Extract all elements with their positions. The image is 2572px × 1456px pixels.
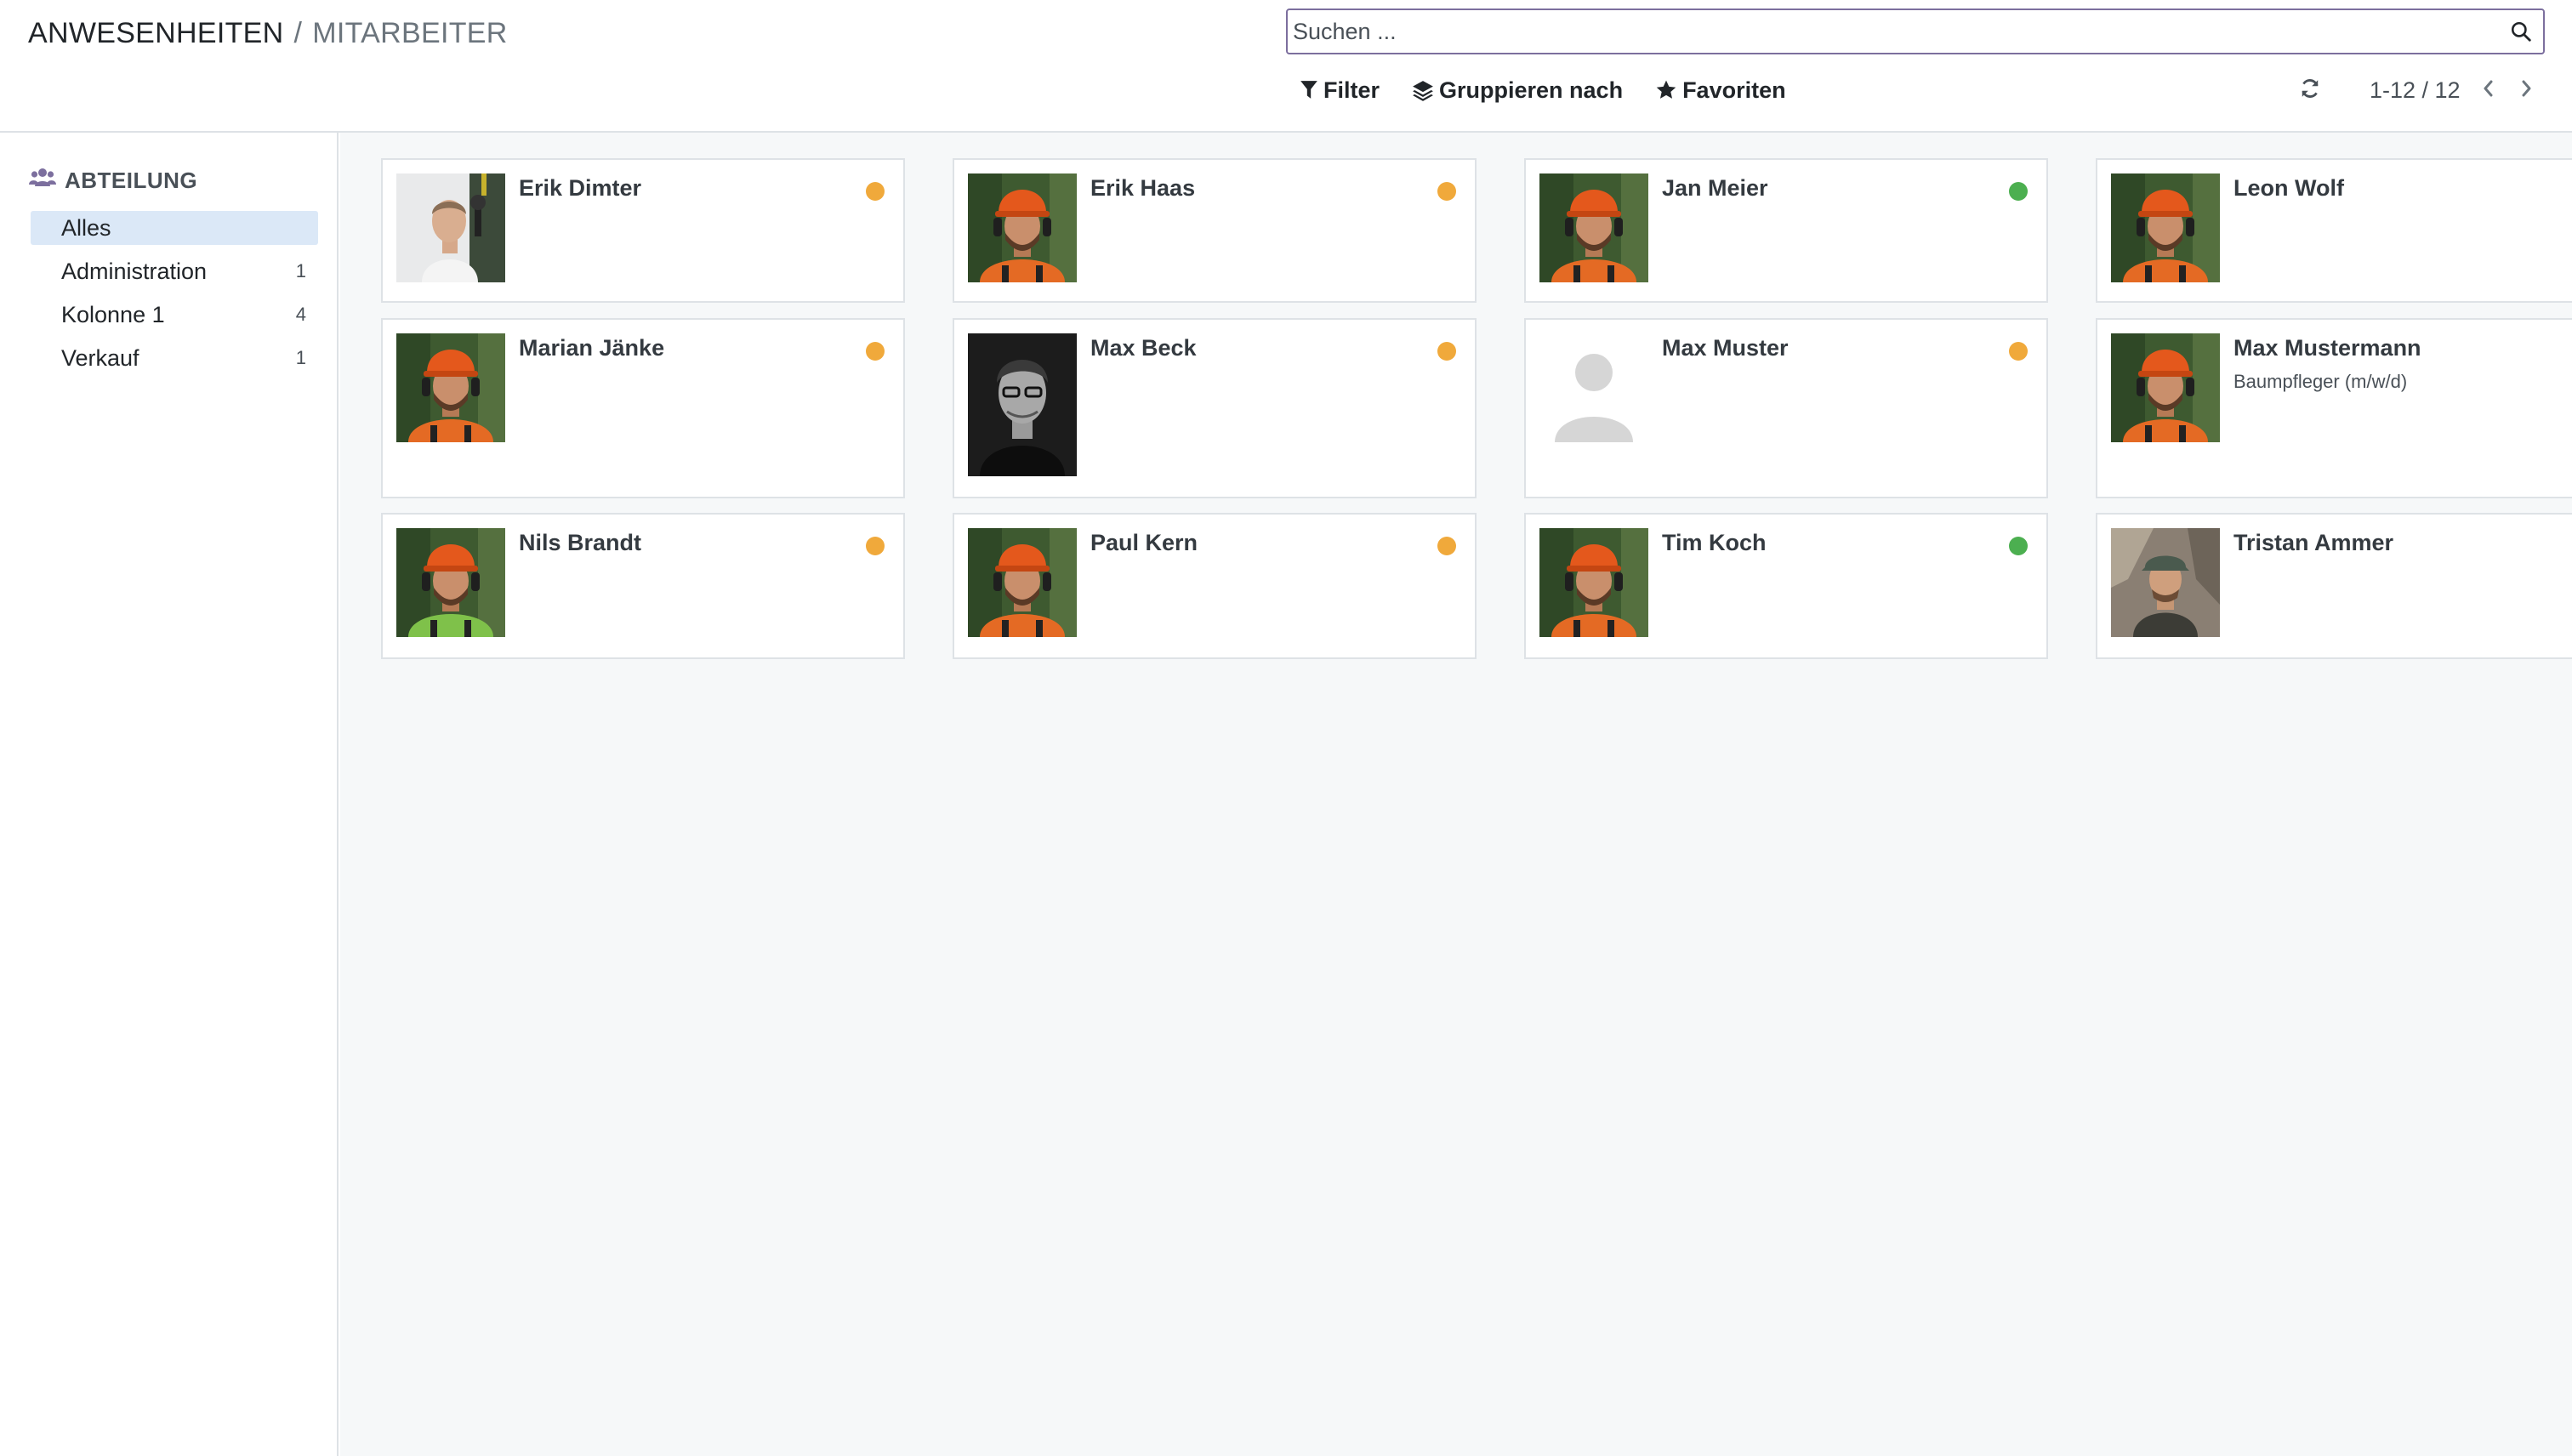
employee-avatar (2111, 528, 2220, 637)
presence-status-indicator (866, 537, 885, 555)
employee-card[interactable]: Max Mustermann Baumpfleger (m/w/d) (2096, 318, 2572, 498)
search-input[interactable] (1288, 10, 2504, 53)
department-list: Alles Administration 1 Kolonne 1 4 Verka… (31, 211, 318, 384)
employee-name: Max Muster (1662, 335, 1789, 361)
employee-avatar (1539, 528, 1648, 637)
sidebar-item-count: 1 (295, 260, 306, 282)
filter-icon (1300, 80, 1318, 100)
users-icon (29, 167, 56, 195)
employee-name: Jan Meier (1662, 175, 1768, 201)
search-box (1286, 9, 2545, 54)
employee-avatar (396, 173, 505, 282)
employee-name: Marian Jänke (519, 335, 665, 361)
employee-card[interactable]: Jan Meier (1524, 158, 2048, 303)
sidebar-item-verkauf[interactable]: Verkauf 1 (31, 341, 318, 375)
search-icon[interactable] (2504, 14, 2538, 48)
sidebar-item-label: Kolonne 1 (61, 301, 165, 327)
chevron-left-icon (2480, 78, 2497, 103)
favorites-label: Favoriten (1682, 77, 1786, 103)
pager-next-button[interactable] (2509, 73, 2543, 107)
favorites-button[interactable]: Favoriten (1655, 77, 1786, 104)
employee-card[interactable]: Erik Haas (953, 158, 1477, 303)
employee-card[interactable]: Max Beck (953, 318, 1477, 498)
presence-status-indicator (866, 182, 885, 201)
sidebar-header: ABTEILUNG (29, 163, 197, 197)
employee-card[interactable]: Erik Dimter (381, 158, 905, 303)
employee-card[interactable]: Max Muster (1524, 318, 2048, 498)
employee-avatar (2111, 173, 2220, 282)
employee-avatar (396, 528, 505, 637)
employee-kanban: Erik Dimter Erik Haas Jan Meier Leon Wolf Ma… (340, 133, 2572, 1456)
sidebar-item-label: Alles (61, 214, 111, 241)
presence-status-indicator (2009, 342, 2028, 361)
pager-previous-button[interactable] (2472, 73, 2506, 107)
sidebar-item-alles[interactable]: Alles (31, 211, 318, 245)
sidebar-item-count: 1 (295, 347, 306, 368)
control-panel: ANWESENHEITEN / MITARBEITER Filter Grupp… (0, 0, 2572, 133)
group-by-button[interactable]: Gruppieren nach (1412, 77, 1623, 104)
employee-avatar (968, 333, 1077, 476)
presence-status-indicator (1437, 342, 1456, 361)
sidebar-item-kolonne-1[interactable]: Kolonne 1 4 (31, 298, 318, 332)
presence-status-indicator (866, 342, 885, 361)
employee-avatar (1539, 173, 1648, 282)
filter-button[interactable]: Filter (1300, 77, 1380, 104)
layers-icon (1412, 79, 1434, 101)
employee-card[interactable]: Marian Jänke (381, 318, 905, 498)
employee-name: Max Beck (1090, 335, 1197, 361)
breadcrumb-current: MITARBEITER (312, 16, 508, 49)
employee-avatar (396, 333, 505, 442)
sidebar-item-label: Administration (61, 258, 208, 284)
refresh-icon (2299, 77, 2321, 104)
employee-name: Tim Koch (1662, 530, 1767, 555)
employee-card[interactable]: Nils Brandt (381, 513, 905, 659)
employee-name: Erik Haas (1090, 175, 1196, 201)
pager-value[interactable]: 1-12 / 12 (2370, 77, 2461, 104)
breadcrumb-separator: / (293, 16, 303, 49)
employee-avatar (1539, 333, 1648, 442)
breadcrumb-parent-link[interactable]: ANWESENHEITEN (28, 17, 284, 50)
sidebar-item-count: 4 (295, 304, 306, 325)
presence-status-indicator (1437, 182, 1456, 201)
presence-status-indicator (2009, 537, 2028, 555)
breadcrumb: ANWESENHEITEN / MITARBEITER (28, 12, 508, 54)
presence-status-indicator (1437, 537, 1456, 555)
group-by-label: Gruppieren nach (1439, 77, 1624, 103)
employee-name: Max Mustermann (2233, 335, 2421, 361)
employee-name: Paul Kern (1090, 530, 1198, 555)
search-options: Filter Gruppieren nach Favoriten (1300, 70, 1786, 111)
search-panel-sidebar: ABTEILUNG Alles Administration 1 Kolonne… (0, 133, 339, 1456)
refresh-button[interactable] (2293, 73, 2327, 107)
pager: 1-12 / 12 (2370, 73, 2461, 107)
employee-name: Erik Dimter (519, 175, 642, 201)
sidebar-title: ABTEILUNG (65, 167, 198, 193)
employee-job-title: Baumpfleger (m/w/d) (2233, 371, 2408, 392)
employee-avatar (968, 528, 1077, 637)
star-icon (1655, 79, 1677, 101)
employee-name: Tristan Ammer (2233, 530, 2394, 555)
filter-label: Filter (1323, 77, 1380, 103)
employee-card[interactable]: Leon Wolf (2096, 158, 2572, 303)
presence-status-indicator (2009, 182, 2028, 201)
employee-avatar (2111, 333, 2220, 442)
employee-name: Leon Wolf (2233, 175, 2344, 201)
sidebar-item-administration[interactable]: Administration 1 (31, 254, 318, 288)
employee-card[interactable]: Tristan Ammer (2096, 513, 2572, 659)
employee-avatar (968, 173, 1077, 282)
employee-name: Nils Brandt (519, 530, 642, 555)
employee-card[interactable]: Paul Kern (953, 513, 1477, 659)
sidebar-item-label: Verkauf (61, 344, 139, 371)
chevron-right-icon (2518, 78, 2535, 103)
employee-card[interactable]: Tim Koch (1524, 513, 2048, 659)
